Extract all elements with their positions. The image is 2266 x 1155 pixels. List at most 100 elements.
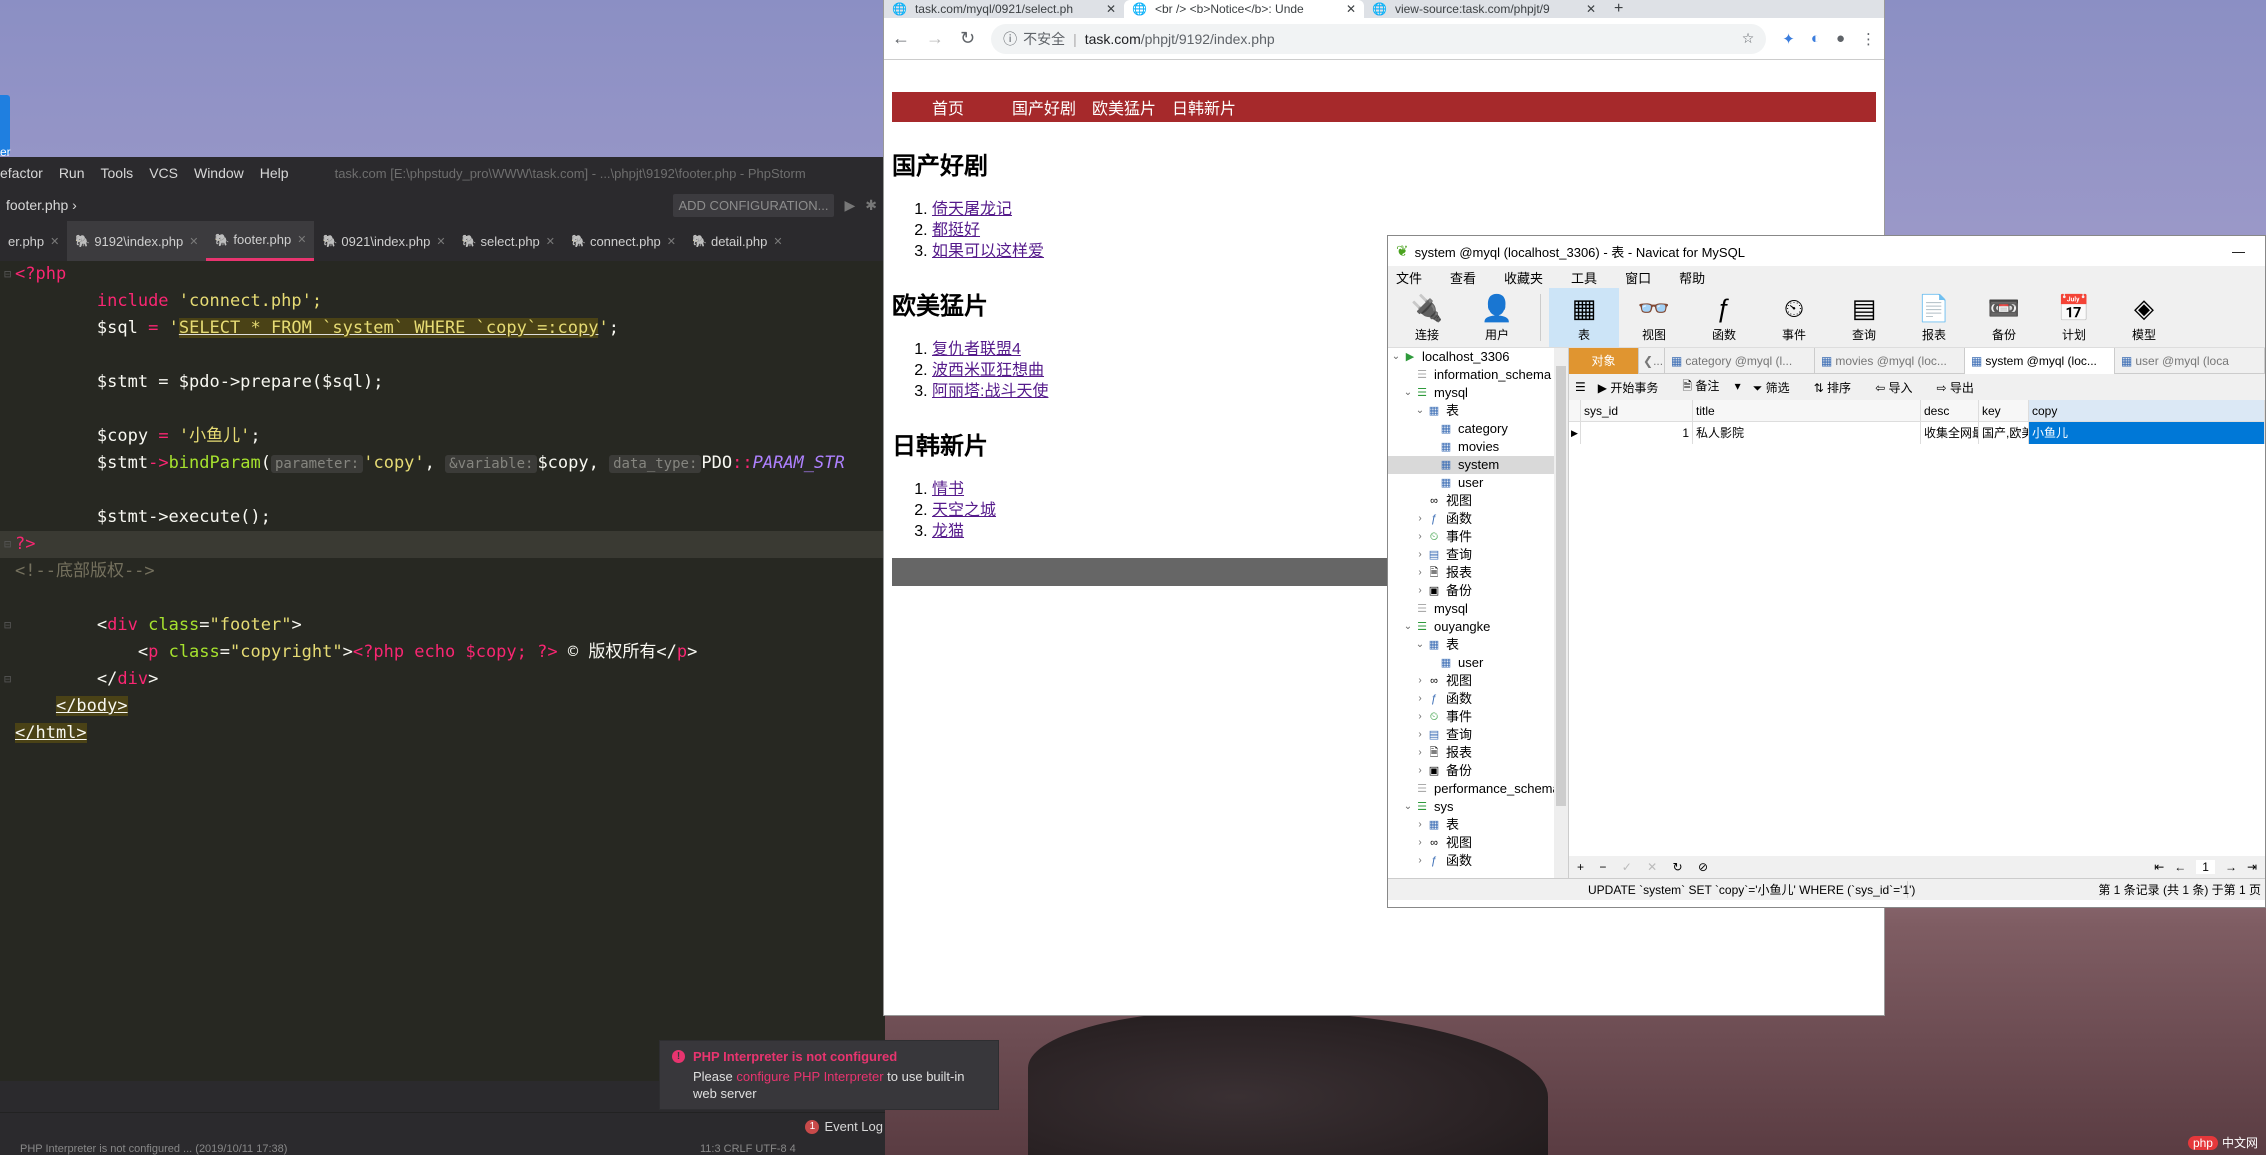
tree-item[interactable]: ⌄ ☰ sys (1388, 798, 1568, 816)
first-page-icon[interactable]: ⇤ (2154, 860, 2164, 874)
next-page-icon[interactable]: → (2225, 860, 2237, 874)
tree-item[interactable]: › ƒ 函数 (1388, 510, 1568, 528)
stop-icon[interactable]: ⊘ (1698, 860, 1708, 874)
bookmark-star-icon[interactable]: ☆ (1742, 30, 1755, 47)
browser-tab[interactable]: 🌐 view-source:task.com/phpjt/9 ✕ (1364, 0, 1604, 18)
toolbar-model[interactable]: ◈ 模型 (2109, 288, 2179, 347)
chevron-down-icon[interactable]: ⌄ (1414, 636, 1426, 654)
export-button[interactable]: ⇨ 导出 (1936, 379, 1985, 396)
chevron-right-icon[interactable]: › (1414, 546, 1426, 564)
tab-detail-php[interactable]: 🐘 detail.php ✕ (684, 221, 791, 261)
tree-item[interactable]: › ƒ 函数 (1388, 852, 1568, 870)
close-icon[interactable]: ✕ (773, 235, 782, 248)
toolbar-report[interactable]: 📄 报表 (1899, 288, 1969, 347)
cell[interactable]: 私人影院 (1693, 422, 1921, 444)
fold-icon[interactable]: ⊟ (4, 261, 11, 288)
import-button[interactable]: ⇦ 导入 (1875, 379, 1924, 396)
tree-item[interactable]: ⌄ ▦ 表 (1388, 636, 1568, 654)
tree-item[interactable]: ▦ category (1388, 420, 1568, 438)
column-header[interactable]: copy (2029, 400, 2265, 421)
sort-button[interactable]: ⇅ 排序 (1814, 379, 1863, 396)
chevron-right-icon[interactable]: › (1414, 708, 1426, 726)
chevron-right-icon[interactable]: › (1414, 564, 1426, 582)
event-log-button[interactable]: 1 Event Log (805, 1119, 883, 1134)
chevron-right-icon[interactable]: › (1414, 816, 1426, 834)
chevron-right-icon[interactable]: › (1414, 510, 1426, 528)
discard-icon[interactable]: ✕ (1647, 860, 1657, 874)
fold-icon[interactable]: ⊟ (4, 612, 11, 639)
tree-item[interactable]: › ▦ 表 (1388, 816, 1568, 834)
scrollbar-thumb[interactable] (1556, 366, 1566, 806)
new-tab-button[interactable]: + (1604, 0, 1633, 18)
nav-asian[interactable]: 日韩新片 (1172, 95, 1236, 119)
menu-window[interactable]: 窗口 (1625, 268, 1651, 287)
tree-item[interactable]: › ▤ 查询 (1388, 546, 1568, 564)
movie-link[interactable]: 都挺好 (932, 222, 980, 239)
tree-item[interactable]: ∞ 视图 (1388, 492, 1568, 510)
tab-footer-php[interactable]: 🐘 footer.php ✕ (206, 221, 315, 261)
menu-help[interactable]: Help (260, 165, 289, 181)
chevron-right-icon[interactable]: › (1414, 834, 1426, 852)
movie-link[interactable]: 天空之城 (932, 502, 996, 519)
tree-item[interactable]: › ⏲ 事件 (1388, 528, 1568, 546)
apply-icon[interactable]: ✓ (1622, 860, 1632, 874)
menu-favorites[interactable]: 收藏夹 (1504, 268, 1543, 287)
browser-tab[interactable]: 🌐 task.com/myql/0921/select.ph ✕ (884, 0, 1124, 18)
filter-button[interactable]: ⏷ 筛选 (1753, 379, 1802, 396)
tree-item[interactable]: ▦ movies (1388, 438, 1568, 456)
tree-item[interactable]: ▦ user (1388, 654, 1568, 672)
chevron-right-icon[interactable]: › (1414, 528, 1426, 546)
tree-item[interactable]: › ƒ 函数 (1388, 690, 1568, 708)
column-header[interactable]: title (1693, 400, 1921, 421)
close-icon[interactable]: ✕ (546, 235, 555, 248)
menu-refactor[interactable]: efactor (0, 165, 43, 181)
chevron-down-icon[interactable]: ⌄ (1402, 384, 1414, 402)
address-bar[interactable]: ⓘ 不安全 | task.com/phpjt/9192/index.php ☆ (991, 23, 1767, 54)
column-header[interactable]: desc (1921, 400, 1979, 421)
close-icon[interactable]: ✕ (436, 235, 445, 248)
reload-icon[interactable]: ↻ (960, 28, 975, 49)
movie-link[interactable]: 阿丽塔:战斗天使 (932, 383, 1048, 400)
tab-select-php[interactable]: 🐘 select.php ✕ (454, 221, 563, 261)
last-page-icon[interactable]: ⇥ (2247, 860, 2257, 874)
toolbar-schedule[interactable]: 📅 计划 (2039, 288, 2109, 347)
toolbar-function[interactable]: ƒ 函数 (1689, 288, 1759, 347)
chevron-right-icon[interactable]: › (1414, 690, 1426, 708)
tree-item[interactable]: › ⏲ 事件 (1388, 708, 1568, 726)
info-icon[interactable]: ⓘ (1003, 29, 1017, 49)
back-icon[interactable]: ← (892, 28, 910, 49)
add-row-icon[interactable]: + (1577, 860, 1584, 874)
tab-9192-index-php[interactable]: 🐘 9192\index.php ✕ (67, 221, 207, 261)
add-configuration-button[interactable]: ADD CONFIGURATION... (672, 193, 835, 217)
tab-scroll-back[interactable]: ❮... (1639, 347, 1665, 374)
refresh-icon[interactable]: ↻ (1673, 860, 1683, 874)
close-icon[interactable]: ✕ (1346, 2, 1356, 16)
tab-category[interactable]: ▦ category @myql (l... (1665, 347, 1815, 374)
run-icon[interactable]: ▶ (844, 197, 855, 214)
menu-window[interactable]: Window (194, 165, 244, 181)
extension-icon[interactable]: ✦ (1782, 30, 1795, 48)
forward-icon[interactable]: → (926, 28, 944, 49)
chevron-right-icon[interactable]: › (1414, 672, 1426, 690)
movie-link[interactable]: 复仇者联盟4 (932, 341, 1021, 358)
toolbar-event[interactable]: ⏲ 事件 (1759, 288, 1829, 347)
tree-item[interactable]: › ∞ 视图 (1388, 834, 1568, 852)
chevron-right-icon[interactable]: › (1414, 582, 1426, 600)
close-icon[interactable]: ✕ (297, 233, 306, 246)
toolbar-table[interactable]: ▦ 表 (1549, 288, 1619, 347)
browser-tab-active[interactable]: 🌐 <br /> <b>Notice</b>: Unde ✕ (1124, 0, 1364, 18)
breadcrumb[interactable]: footer.php › (0, 197, 77, 213)
code-editor[interactable]: ⊟ <?php include 'connect.php'; $sql = 'SE… (0, 261, 885, 1081)
tree-item[interactable]: › 🗎 报表 (1388, 744, 1568, 762)
table-row[interactable]: ▶ 1 私人影院 收集全网最 国产,欧美 小鱼儿 (1569, 422, 2265, 444)
prev-page-icon[interactable]: ← (2174, 860, 2186, 874)
chevron-down-icon[interactable]: ⌄ (1390, 348, 1402, 366)
tree-item[interactable]: ☰ mysql (1388, 600, 1568, 618)
cell[interactable]: 1 (1581, 422, 1693, 444)
menu-view[interactable]: 查看 (1450, 268, 1476, 287)
close-icon[interactable]: ✕ (50, 235, 59, 248)
tab-0921-index-php[interactable]: 🐘 0921\index.php ✕ (314, 221, 453, 261)
tree-item[interactable]: ▦ system (1388, 456, 1568, 474)
toolbar-user[interactable]: 👤 用户 (1462, 288, 1532, 347)
toolbar-view[interactable]: 👓 视图 (1619, 288, 1689, 347)
